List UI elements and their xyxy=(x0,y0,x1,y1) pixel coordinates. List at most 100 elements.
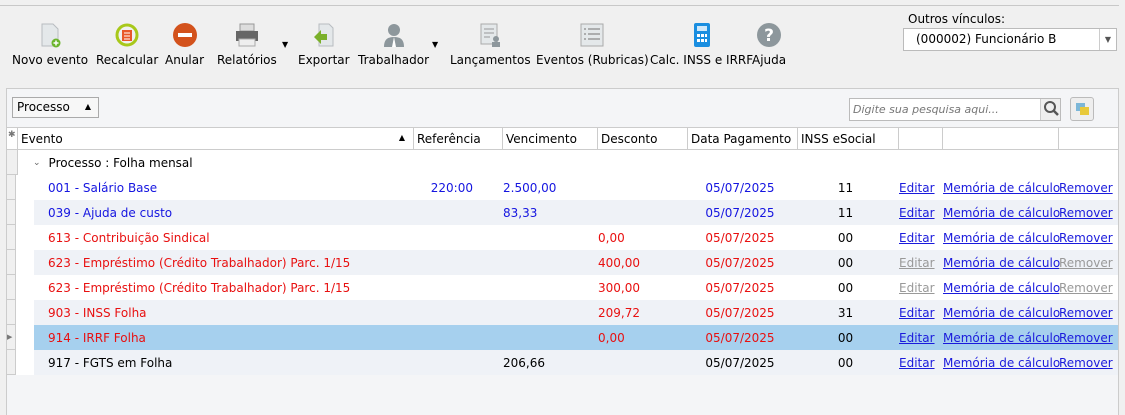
calc-inss-e-irrf-button[interactable]: Calc. INSS e IRRF xyxy=(650,22,753,67)
list-icon xyxy=(579,22,605,48)
column-header-referencia[interactable]: Referência xyxy=(414,128,503,149)
memoria-calculo-link[interactable]: Memória de cálculo xyxy=(943,331,1060,345)
trabalhador-dropdown-caret[interactable]: ▼ xyxy=(432,40,438,49)
eventos-rubricas-label: Eventos (Rubricas) xyxy=(536,53,649,67)
memoria-calculo-link[interactable]: Memória de cálculo xyxy=(943,181,1060,195)
table-row[interactable]: 623 - Empréstimo (Crédito Trabalhador) P… xyxy=(7,250,1118,275)
cell-evento: 613 - Contribuição Sindical xyxy=(48,230,210,245)
cell-data-pagamento: 05/07/2025 xyxy=(705,280,775,295)
group-row[interactable]: ⌄ Processo : Folha mensal xyxy=(7,150,1118,175)
row-indicator xyxy=(7,350,16,375)
relatorios-button[interactable]: Relatórios xyxy=(217,22,277,67)
column-header-evento[interactable]: Evento ▲ xyxy=(18,128,414,149)
table-row[interactable]: 917 - FGTS em Folha 206,66 05/07/2025 00… xyxy=(7,350,1118,375)
group-by-button[interactable]: Processo ▲ xyxy=(12,97,99,118)
cell-inss-esocial: 11 xyxy=(837,205,854,220)
cell-referencia: 220:00 xyxy=(430,180,473,195)
trabalhador-button[interactable]: Trabalhador xyxy=(358,22,429,67)
remove-link[interactable]: Remover xyxy=(1059,256,1113,270)
sort-up-icon: ▲ xyxy=(84,102,91,111)
column-header-desconto[interactable]: Desconto xyxy=(598,128,688,149)
help-icon: ? xyxy=(756,22,782,48)
select-all-icon[interactable]: ✱ xyxy=(7,128,18,149)
table-row[interactable]: 613 - Contribuição Sindical 0,00 05/07/2… xyxy=(7,225,1118,250)
cell-data-pagamento: 05/07/2025 xyxy=(705,355,775,370)
svg-text:?: ? xyxy=(764,26,774,46)
edit-link[interactable]: Editar xyxy=(899,306,935,320)
remove-link[interactable]: Remover xyxy=(1059,356,1113,370)
outros-vinculos-value: (000002) Funcionário B xyxy=(916,32,1057,46)
entries-icon xyxy=(477,22,503,48)
eventos-rubricas-button[interactable]: Eventos (Rubricas) xyxy=(536,22,649,67)
column-header-data-pagamento[interactable]: Data Pagamento xyxy=(688,128,798,149)
search-button[interactable] xyxy=(1040,99,1060,120)
row-indicator xyxy=(7,225,16,250)
memoria-calculo-link[interactable]: Memória de cálculo xyxy=(943,231,1060,245)
ajuda-label: Ajuda xyxy=(752,53,787,67)
columns-icon xyxy=(1076,103,1089,115)
remove-link[interactable]: Remover xyxy=(1059,281,1113,295)
outros-vinculos-select[interactable]: (000002) Funcionário B ▼ xyxy=(903,28,1117,51)
collapse-chevron-icon[interactable]: ⌄ xyxy=(33,158,41,168)
printer-icon xyxy=(234,22,260,48)
ajuda-button[interactable]: ? Ajuda xyxy=(752,22,786,67)
remove-link[interactable]: Remover xyxy=(1059,206,1113,220)
cell-data-pagamento: 05/07/2025 xyxy=(705,255,775,270)
exportar-label: Exportar xyxy=(298,53,350,67)
remove-link[interactable]: Remover xyxy=(1059,331,1113,345)
remove-link[interactable]: Remover xyxy=(1059,231,1113,245)
trabalhador-label: Trabalhador xyxy=(358,53,430,67)
column-chooser-button[interactable] xyxy=(1070,97,1094,121)
cell-data-pagamento: 05/07/2025 xyxy=(705,180,775,195)
column-header-vencimento[interactable]: Vencimento xyxy=(503,128,598,149)
novo-evento-label: Novo evento xyxy=(12,53,89,67)
table-row[interactable]: 001 - Salário Base 220:00 2.500,00 05/07… xyxy=(7,175,1118,200)
edit-link[interactable]: Editar xyxy=(899,356,935,370)
table-row[interactable]: 623 - Empréstimo (Crédito Trabalhador) P… xyxy=(7,275,1118,300)
remove-link[interactable]: Remover xyxy=(1059,181,1113,195)
calc-inss-e-irrf-label: Calc. INSS e IRRF xyxy=(650,53,754,67)
recalcular-label: Recalcular xyxy=(96,53,159,67)
cell-vencimento: 83,33 xyxy=(503,205,538,220)
cell-inss-esocial: 00 xyxy=(837,330,854,345)
edit-link[interactable]: Editar xyxy=(899,256,935,270)
chevron-down-icon[interactable]: ▼ xyxy=(1099,29,1116,50)
worker-icon xyxy=(381,22,407,48)
memoria-calculo-link[interactable]: Memória de cálculo xyxy=(943,356,1060,370)
recalcular-button[interactable]: Recalcular xyxy=(96,22,158,67)
cell-desconto: 300,00 xyxy=(598,280,640,295)
cell-desconto: 209,72 xyxy=(598,305,640,320)
column-header-inss-esocial[interactable]: INSS eSocial xyxy=(798,128,899,149)
grid-header: ✱ Evento ▲ Referência Vencimento Desconto… xyxy=(7,127,1118,150)
edit-link[interactable]: Editar xyxy=(899,331,935,345)
novo-evento-button[interactable]: Novo evento xyxy=(12,22,88,67)
edit-link[interactable]: Editar xyxy=(899,181,935,195)
memoria-calculo-link[interactable]: Memória de cálculo xyxy=(943,306,1060,320)
edit-link[interactable]: Editar xyxy=(899,231,935,245)
row-indicator xyxy=(7,300,16,325)
lancamentos-button[interactable]: Lançamentos xyxy=(450,22,531,67)
table-row[interactable]: 039 - Ajuda de custo 83,33 05/07/2025 11… xyxy=(7,200,1118,225)
memoria-calculo-link[interactable]: Memória de cálculo xyxy=(943,256,1060,270)
relatorios-dropdown-caret[interactable]: ▼ xyxy=(282,40,288,49)
search-input[interactable]: Digite sua pesquisa aqui... xyxy=(849,98,1061,121)
cell-vencimento: 2.500,00 xyxy=(503,180,557,195)
cancel-icon xyxy=(172,22,198,48)
table-row[interactable]: ▶ 914 - IRRF Folha 0,00 05/07/2025 00 Ed… xyxy=(7,325,1118,350)
sort-asc-icon: ▲ xyxy=(398,133,405,142)
table-row[interactable]: 903 - INSS Folha 209,72 05/07/2025 31 Ed… xyxy=(7,300,1118,325)
remove-link[interactable]: Remover xyxy=(1059,306,1113,320)
memoria-calculo-link[interactable]: Memória de cálculo xyxy=(943,281,1060,295)
exportar-button[interactable]: Exportar xyxy=(298,22,350,67)
anular-button[interactable]: Anular xyxy=(165,22,204,67)
outros-vinculos-label: Outros vínculos: xyxy=(908,12,1006,26)
cell-evento: 914 - IRRF Folha xyxy=(48,330,146,345)
lancamentos-label: Lançamentos xyxy=(450,53,531,67)
cell-data-pagamento: 05/07/2025 xyxy=(705,230,775,245)
edit-link[interactable]: Editar xyxy=(899,206,935,220)
cell-inss-esocial: 11 xyxy=(837,180,854,195)
memoria-calculo-link[interactable]: Memória de cálculo xyxy=(943,206,1060,220)
new-document-icon xyxy=(37,22,63,48)
edit-link[interactable]: Editar xyxy=(899,281,935,295)
events-grid: ✱ Evento ▲ Referência Vencimento Desconto… xyxy=(7,127,1118,375)
